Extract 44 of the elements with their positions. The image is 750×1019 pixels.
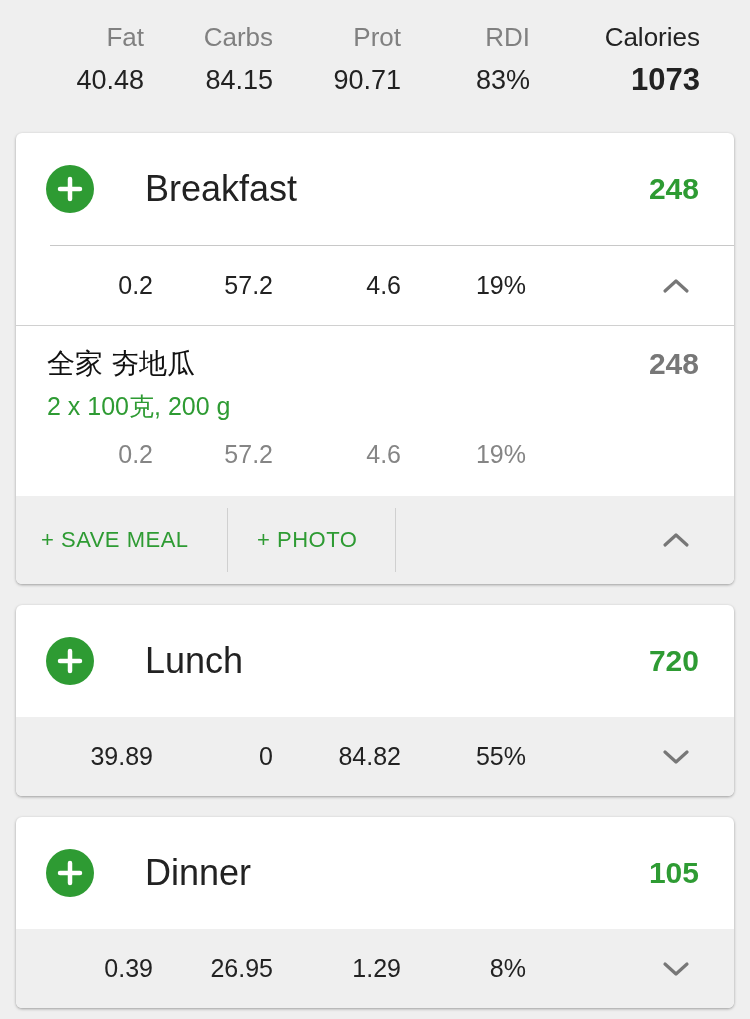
- chevron-down-icon[interactable]: [662, 960, 690, 977]
- meal-calories: 720: [648, 644, 699, 678]
- meal-calories: 105: [648, 856, 699, 890]
- nutrient-value: 0.2: [118, 271, 153, 300]
- chevron-up-icon[interactable]: [662, 532, 690, 548]
- column-label: Calories: [604, 21, 700, 54]
- nutrient-value: 19%: [475, 271, 526, 300]
- nutrient-total: 90.71: [333, 64, 401, 97]
- nutrient-value: 55%: [475, 742, 526, 771]
- nutrient-value: 0.39: [104, 954, 153, 983]
- add-icon[interactable]: [46, 165, 94, 213]
- total-calories: 1073: [631, 61, 700, 99]
- meal-title: Dinner: [145, 852, 253, 894]
- nutrient-value: 0: [259, 742, 273, 771]
- nutrient-value: 4.6: [366, 439, 401, 469]
- meal-title: Lunch: [145, 640, 245, 682]
- column-label: Fat: [106, 21, 144, 54]
- chevron-down-icon[interactable]: [662, 748, 690, 765]
- nutrient-value: 0.2: [118, 439, 153, 469]
- serving-size: 2 x 100克, 200 g: [46, 391, 231, 422]
- nutrient-value: 26.95: [210, 954, 273, 983]
- nutrient-value: 4.6: [366, 271, 401, 300]
- nutrient-total: 83%: [475, 64, 530, 97]
- nutrient-total: 40.48: [76, 64, 144, 97]
- nutrient-value: 1.29: [352, 954, 401, 983]
- meal-title: Breakfast: [145, 168, 299, 210]
- nutrient-value: 57.2: [224, 439, 273, 469]
- nutrient-value: 8%: [489, 954, 526, 983]
- nutrient-value: 57.2: [224, 271, 273, 300]
- column-label: RDI: [485, 21, 530, 54]
- nutrient-value: 84.82: [338, 742, 401, 771]
- add-photo-button[interactable]: + PHOTO: [228, 508, 395, 572]
- save-meal-button[interactable]: + SAVE MEAL: [16, 508, 227, 572]
- add-icon[interactable]: [46, 637, 94, 685]
- nutrient-value: 19%: [475, 439, 526, 469]
- meal-calories: 248: [648, 172, 699, 206]
- column-label: Prot: [353, 21, 401, 54]
- nutrient-value: 39.89: [90, 742, 153, 771]
- nutrient-total: 84.15: [205, 64, 273, 97]
- add-icon[interactable]: [46, 849, 94, 897]
- chevron-up-icon[interactable]: [662, 277, 690, 294]
- food-calories: 248: [648, 347, 699, 381]
- column-label: Carbs: [203, 21, 273, 54]
- food-name: 全家 夯地瓜: [47, 347, 196, 381]
